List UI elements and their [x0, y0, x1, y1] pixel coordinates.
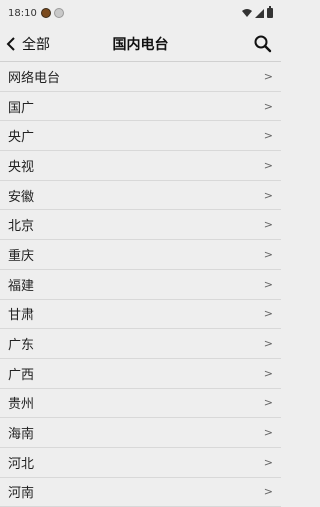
list-item-label: 重庆: [8, 248, 35, 264]
list-item-label: 国广: [8, 100, 35, 116]
list-item-label: 河南: [8, 486, 35, 502]
wifi-icon: [242, 9, 252, 17]
back-button[interactable]: 全部: [0, 26, 50, 61]
list-item[interactable]: 贵州 >: [0, 389, 281, 419]
station-list: 网络电台 > 国广 > 央广 > 央视 > 安徽 > 北京 > 重庆 > 福建 > 甘肃 > 广东…: [0, 62, 281, 507]
chevron-right-icon: >: [263, 277, 273, 291]
list-item[interactable]: 广东 >: [0, 329, 281, 359]
list-item[interactable]: 广西 >: [0, 359, 281, 389]
chevron-right-icon: >: [263, 337, 273, 351]
list-item[interactable]: 福建 >: [0, 270, 281, 300]
list-item-label: 福建: [8, 278, 35, 294]
list-item-label: 贵州: [8, 397, 35, 413]
chevron-right-icon: >: [263, 247, 273, 261]
app-notification-icon: [40, 8, 51, 18]
app-header: 全部 国内电台: [0, 26, 281, 62]
chevron-right-icon: >: [263, 396, 273, 410]
list-item[interactable]: 安徽 >: [0, 181, 281, 211]
chevron-right-icon: >: [263, 158, 273, 172]
list-item[interactable]: 国广 >: [0, 92, 281, 122]
chevron-right-icon: >: [263, 99, 273, 113]
list-item[interactable]: 河南 >: [0, 478, 281, 507]
status-time: 18:10: [8, 7, 37, 19]
chevron-right-icon: >: [263, 188, 273, 202]
chevron-right-icon: >: [263, 485, 273, 499]
chevron-right-icon: >: [263, 426, 273, 440]
list-item-label: 广西: [8, 367, 35, 383]
list-item[interactable]: 北京 >: [0, 210, 281, 241]
chevron-right-icon: >: [263, 455, 273, 469]
chevron-right-icon: >: [263, 69, 273, 83]
list-item[interactable]: 重庆 >: [0, 240, 281, 270]
list-item[interactable]: 央视 >: [0, 151, 281, 181]
list-item-label: 央视: [8, 159, 35, 175]
chevron-left-icon: [6, 36, 15, 51]
back-label: 全部: [22, 36, 50, 53]
list-item-label: 北京: [8, 219, 35, 235]
notification-dot-icon: [53, 8, 64, 18]
list-item[interactable]: 央广 >: [0, 121, 281, 152]
list-item[interactable]: 甘肃 >: [0, 300, 281, 330]
list-item-label: 河北: [8, 456, 35, 472]
chevron-right-icon: >: [263, 129, 273, 143]
status-icons: [242, 6, 273, 18]
list-item-label: 网络电台: [8, 70, 61, 86]
chevron-right-icon: >: [263, 366, 273, 380]
battery-icon: [267, 6, 273, 18]
list-item[interactable]: 河北 >: [0, 448, 281, 478]
list-item-label: 央广: [8, 130, 35, 146]
status-bar: 18:10: [0, 0, 281, 26]
list-item[interactable]: 网络电台 >: [0, 62, 281, 92]
list-item-label: 广东: [8, 338, 35, 354]
search-icon: [254, 35, 272, 52]
list-item-label: 甘肃: [8, 308, 35, 324]
list-item[interactable]: 海南 >: [0, 418, 281, 448]
chevron-right-icon: >: [263, 218, 273, 232]
list-item-label: 安徽: [8, 189, 35, 205]
list-item-label: 海南: [8, 427, 35, 443]
search-button[interactable]: [245, 26, 281, 62]
chevron-right-icon: >: [263, 307, 273, 321]
signal-icon: [255, 8, 264, 18]
